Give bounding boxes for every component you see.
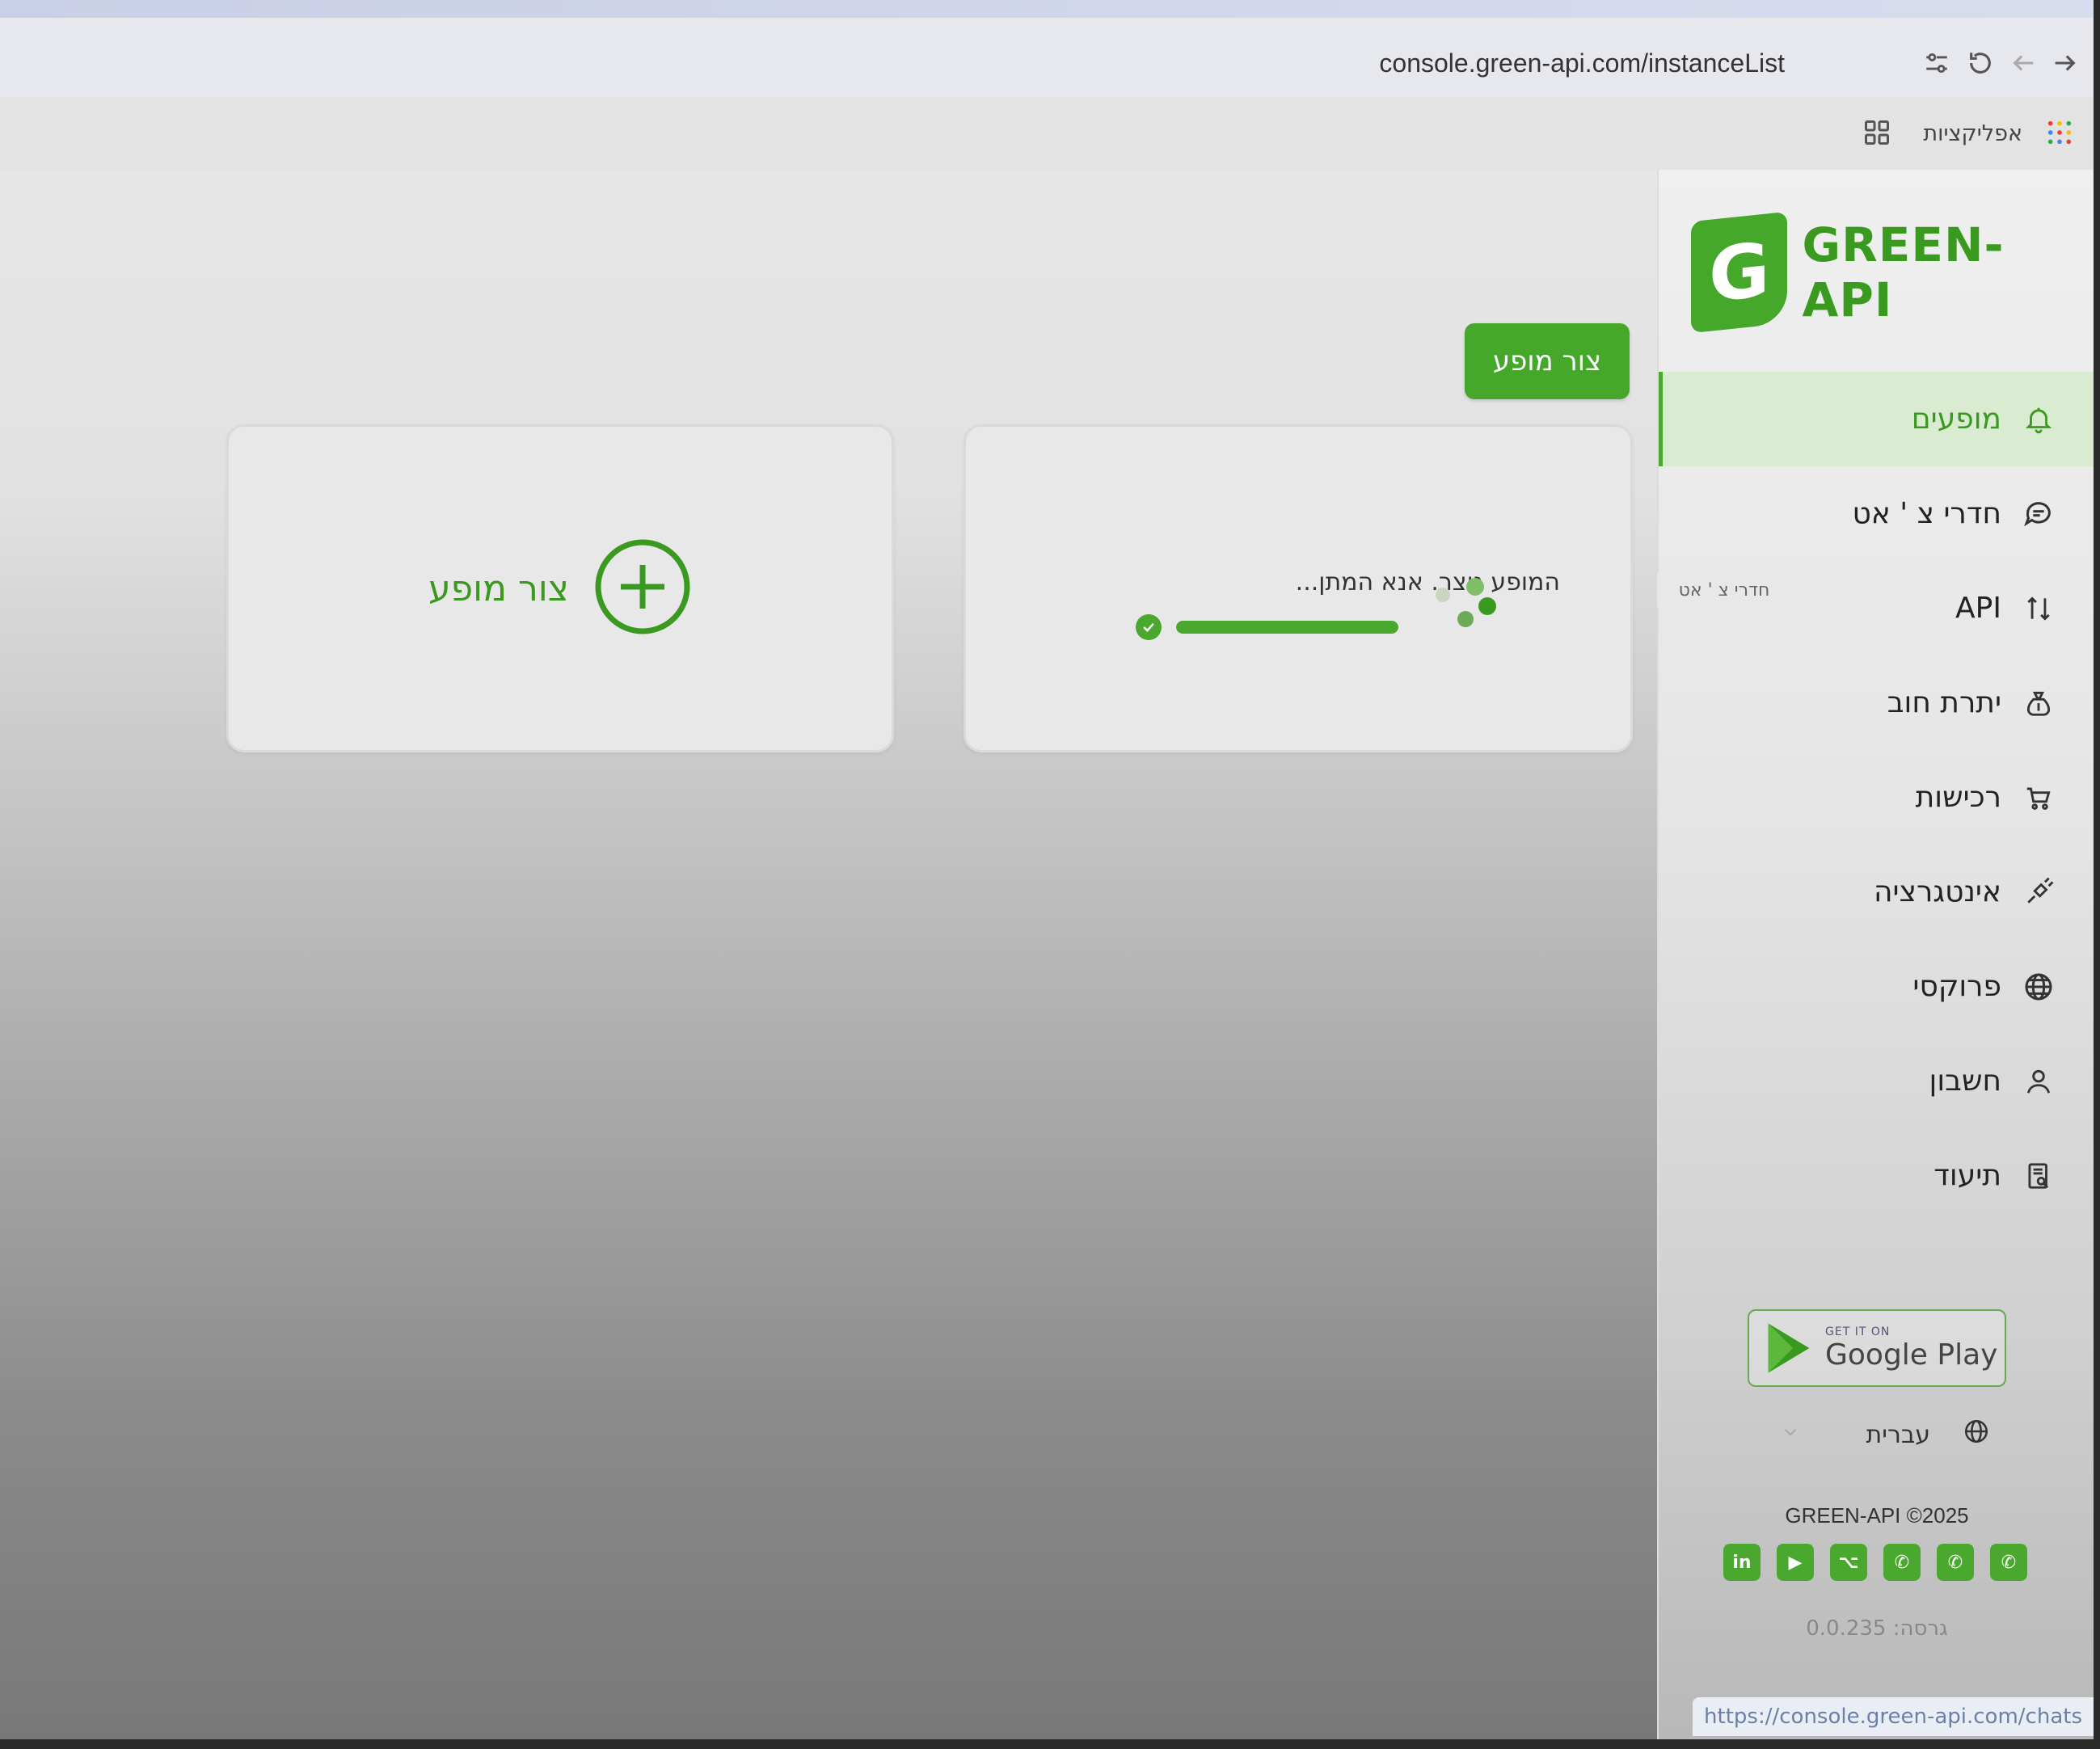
sidebar-item-label: אינטגרציה <box>1874 875 2001 908</box>
address-bar: console.green-api.com/instanceList <box>0 18 2094 97</box>
plus-circle-icon[interactable] <box>593 537 692 639</box>
tab-strip <box>0 0 2094 18</box>
sidebar-item-label: יתרת חוב <box>1887 686 2001 719</box>
sidebar-item-proxy[interactable]: פרוקסי <box>1659 939 2094 1034</box>
grid-icon[interactable] <box>1859 115 1895 150</box>
whatsapp-icon[interactable]: ✆ <box>1937 1544 1974 1581</box>
chat-icon <box>2021 496 2056 532</box>
apps-bookmark-label[interactable]: אפליקציות <box>1923 121 2022 146</box>
google-play-icon <box>1768 1323 1810 1373</box>
youtube-icon[interactable]: ▶ <box>1777 1544 1814 1581</box>
loading-spinner-icon <box>1436 578 1496 627</box>
bell-icon <box>2021 402 2056 437</box>
url-text[interactable]: console.green-api.com/instanceList <box>1379 48 1785 78</box>
sidebar-item-label: תיעוד <box>1933 1159 2001 1192</box>
sidebar-item-balance[interactable]: יתרת חוב <box>1659 655 2094 750</box>
sidebar-item-account[interactable]: חשבון <box>1659 1034 2094 1128</box>
linkedin-icon[interactable]: in <box>1723 1544 1761 1581</box>
browser-window: console.green-api.com/instanceList אפליק… <box>0 0 2094 1739</box>
logo-mark: G <box>1691 211 1788 334</box>
reload-icon[interactable] <box>1963 45 1998 81</box>
sidebar-item-integration[interactable]: אינטגרציה <box>1659 845 2094 939</box>
language-selector[interactable]: עברית <box>1780 1414 1990 1455</box>
create-instance-button[interactable]: צור מופע <box>1465 323 1630 399</box>
chevron-down-icon <box>1780 1421 1801 1449</box>
globe-icon <box>2021 969 2056 1005</box>
sidebar-item-label: חדרי צ ' אט <box>1852 497 2001 530</box>
whatsapp-icon[interactable]: ✆ <box>1990 1544 2027 1581</box>
sidebar-nav: מופעים חדרי צ ' אט API יתרת חוב רכישות א… <box>1659 372 2094 1223</box>
progress-fill <box>1176 621 1398 634</box>
logo-text: GREEN-API <box>1802 217 2005 327</box>
bookmarks-bar: אפליקציות <box>0 97 2094 170</box>
social-links: in ▶ ⌥ ✆ ✆ ✆ <box>1723 1544 2027 1581</box>
sidebar-item-instances[interactable]: מופעים <box>1659 372 2094 466</box>
sidebar: G GREEN-API מופעים חדרי צ ' אט API יתרת … <box>1657 170 2094 1739</box>
green-api-logo[interactable]: G GREEN-API <box>1691 211 2094 334</box>
check-circle-icon <box>1136 614 1162 640</box>
site-settings-icon[interactable] <box>1919 45 1955 81</box>
instance-creating-card: המופע נוצר. אנא המתן... <box>964 424 1633 752</box>
money-bag-icon <box>2021 685 2056 721</box>
user-icon <box>2021 1064 2056 1099</box>
version-text: גרסה: 0.0.235 <box>1806 1616 1948 1641</box>
sidebar-item-chats[interactable]: חדרי צ ' אט <box>1659 466 2094 561</box>
globe-icon <box>1963 1418 1990 1452</box>
status-bar-url: https://console.green-api.com/chats <box>1693 1697 2094 1736</box>
add-instance-label: צור מופע <box>428 567 569 609</box>
progress-indicator <box>1136 614 1398 640</box>
sidebar-item-docs[interactable]: תיעוד <box>1659 1128 2094 1223</box>
cart-icon <box>2021 780 2056 815</box>
sidebar-item-label: API <box>1955 592 2001 625</box>
progress-bar <box>1176 621 1398 634</box>
integration-icon <box>2021 874 2056 910</box>
sidebar-item-label: חשבון <box>1929 1064 2001 1098</box>
api-icon <box>2021 591 2056 626</box>
forward-arrow-icon[interactable] <box>2047 45 2082 81</box>
sidebar-item-label: מופעים <box>1911 402 2001 436</box>
docs-icon <box>2021 1158 2056 1194</box>
whatsapp-icon[interactable]: ✆ <box>1883 1544 1921 1581</box>
language-label: עברית <box>1866 1420 1930 1449</box>
sidebar-item-purchases[interactable]: רכישות <box>1659 750 2094 845</box>
google-play-small-text: GET IT ON <box>1825 1325 1891 1338</box>
copyright-text: GREEN-API ©2025 <box>1785 1503 1969 1528</box>
chats-tooltip: חדרי צ ' אט <box>1657 570 1791 610</box>
google-play-badge[interactable]: GET IT ON Google Play <box>1748 1309 2006 1387</box>
sidebar-item-label: פרוקסי <box>1912 970 2001 1003</box>
github-icon[interactable]: ⌥ <box>1830 1544 1867 1581</box>
add-instance-card[interactable]: צור מופע <box>226 424 894 752</box>
apps-dots-icon[interactable] <box>2042 115 2077 150</box>
google-play-big-text: Google Play <box>1825 1338 1998 1372</box>
sidebar-item-label: רכישות <box>1915 781 2001 814</box>
back-arrow-icon[interactable] <box>2006 45 2042 81</box>
main-content <box>0 170 1657 1739</box>
